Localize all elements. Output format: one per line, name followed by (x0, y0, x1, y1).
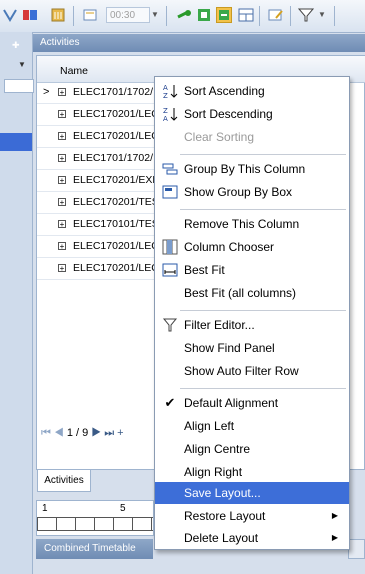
chevron-down-icon[interactable]: ▼ (18, 60, 26, 69)
pager: ⏮ ◀ 1 / 9 ▶ ⏭ + (41, 427, 124, 440)
time-icon[interactable] (82, 7, 98, 23)
panel-title: Activities (33, 34, 365, 52)
record-icon[interactable] (196, 7, 212, 23)
submenu-arrow-icon: ▶ (331, 533, 338, 542)
chevron-down-icon[interactable]: ▼ (318, 7, 334, 23)
menu-item-group-by-this-column[interactable]: Group By This Column (155, 158, 349, 180)
tab-activities[interactable]: Activities (37, 470, 91, 492)
table-row[interactable]: + ELEC170201/EXP (37, 170, 159, 192)
menu-separator (180, 310, 346, 311)
separator (334, 6, 335, 26)
expand-icon[interactable]: + (58, 88, 66, 97)
pin-icon[interactable]: ✚ (12, 40, 20, 51)
menu-item-show-auto-filter-row[interactable]: Show Auto Filter Row (155, 360, 349, 382)
calendar-edit-icon[interactable] (50, 7, 66, 23)
sort-descending-icon: ZA (162, 106, 178, 123)
best-fit-icon (162, 262, 178, 278)
submenu-arrow-icon: ▶ (331, 511, 338, 520)
separator (73, 6, 74, 26)
left-pane-item[interactable] (4, 79, 34, 93)
expand-icon[interactable]: + (58, 220, 66, 229)
menu-item-align-right[interactable]: Align Right (155, 461, 349, 483)
menu-separator (180, 154, 346, 155)
table-row[interactable]: + ELEC170201/LEC (37, 126, 159, 148)
expand-icon[interactable]: + (58, 264, 66, 273)
svg-text:Z: Z (163, 107, 168, 115)
table-row[interactable]: + ELEC1701/1702/ (37, 148, 155, 170)
left-pane: ✚ ▼ (0, 32, 34, 574)
separator (290, 6, 291, 26)
ruler-ticks (37, 517, 153, 531)
expand-icon[interactable]: + (58, 154, 66, 163)
menu-item-best-fit-all-columns[interactable]: Best Fit (all columns) (155, 282, 349, 304)
svg-text:A: A (163, 115, 168, 122)
table-row[interactable]: + ELEC170201/TES (37, 192, 159, 214)
menu-separator (180, 209, 346, 210)
separator (259, 6, 260, 26)
menu-item-filter-editor[interactable]: Filter Editor... (155, 314, 349, 336)
network-icon[interactable] (2, 7, 18, 23)
menu-item-default-alignment[interactable]: ✔ Default Alignment (155, 392, 349, 414)
time-input[interactable]: 00:30 (106, 7, 150, 23)
expand-icon[interactable]: + (58, 198, 66, 207)
table-row[interactable]: + ELEC170101/TES (37, 214, 159, 236)
left-pane-selected-item[interactable] (0, 133, 32, 151)
table-row[interactable]: + ELEC170201/LEC (37, 258, 159, 280)
layout-icon[interactable] (238, 7, 254, 23)
menu-item-column-chooser[interactable]: Column Chooser (155, 236, 349, 258)
menu-item-clear-sorting: Clear Sorting (184, 130, 255, 144)
table-row[interactable]: + ELEC170201/LEC (37, 104, 159, 126)
svg-text:Z: Z (163, 92, 168, 99)
column-header-name[interactable]: Name (60, 65, 88, 77)
menu-item-restore-layout[interactable]: Restore Layout ▶ (155, 505, 349, 527)
table-row[interactable]: + ELEC1701/1702/ (37, 82, 155, 104)
ruler-label: 1 (42, 503, 48, 514)
expand-icon[interactable]: + (58, 242, 66, 251)
export-icon[interactable] (216, 7, 232, 23)
filter-icon (162, 317, 178, 333)
menu-item-remove-this-column[interactable]: Remove This Column (155, 213, 349, 235)
filter-icon[interactable] (297, 7, 315, 23)
next-page-icon[interactable]: ▶ (91, 427, 101, 439)
menu-item-show-group-by-box[interactable]: Show Group By Box (155, 181, 349, 203)
separator (166, 6, 167, 26)
timeline-ruler: 1 5 (36, 500, 154, 536)
menu-item-sort-descending[interactable]: ZA Sort Descending (155, 103, 349, 125)
expand-icon[interactable]: + (58, 176, 66, 185)
expand-icon[interactable]: + (58, 110, 66, 119)
last-page-icon[interactable]: ⏭ (104, 427, 114, 439)
tab-overflow[interactable] (348, 539, 365, 559)
menu-item-save-layout[interactable]: Save Layout... (155, 482, 349, 504)
column-chooser-icon (162, 239, 178, 255)
svg-text:A: A (163, 84, 168, 92)
ruler-label: 5 (120, 503, 126, 514)
first-page-icon[interactable]: ⏮ (41, 427, 51, 439)
table-row[interactable]: + ELEC170201/LEC (37, 236, 159, 258)
menu-item-sort-ascending[interactable]: AZ Sort Ascending (155, 80, 349, 102)
menu-item-delete-layout[interactable]: Delete Layout ▶ (155, 527, 349, 549)
group-by-icon (162, 161, 178, 177)
tab-combined-timetable[interactable]: Combined Timetable (36, 539, 153, 559)
expand-icon[interactable]: + (58, 132, 66, 141)
edit-icon[interactable] (268, 7, 284, 23)
menu-item-align-left[interactable]: Align Left (155, 415, 349, 437)
add-record-icon[interactable]: + (117, 427, 123, 439)
menu-item-best-fit[interactable]: Best Fit (155, 259, 349, 281)
menu-item-align-centre[interactable]: Align Centre (155, 438, 349, 460)
checkmark-icon: ✔ (164, 395, 176, 410)
chevron-down-icon[interactable]: ▼ (151, 7, 167, 23)
sort-ascending-icon: AZ (162, 83, 178, 100)
page-indicator: 1 / 9 (66, 427, 89, 439)
group-box-icon (162, 184, 178, 200)
prev-page-icon[interactable]: ◀ (54, 427, 64, 439)
link-icon[interactable] (176, 7, 192, 23)
menu-item-show-find-panel[interactable]: Show Find Panel (155, 337, 349, 359)
column-context-menu: AZ Sort Ascending ZA Sort Descending Cle… (154, 76, 350, 550)
gantt-icon[interactable] (22, 7, 38, 23)
toolbar: 00:30 ▼ ▼ (0, 0, 365, 33)
menu-separator (180, 388, 346, 389)
